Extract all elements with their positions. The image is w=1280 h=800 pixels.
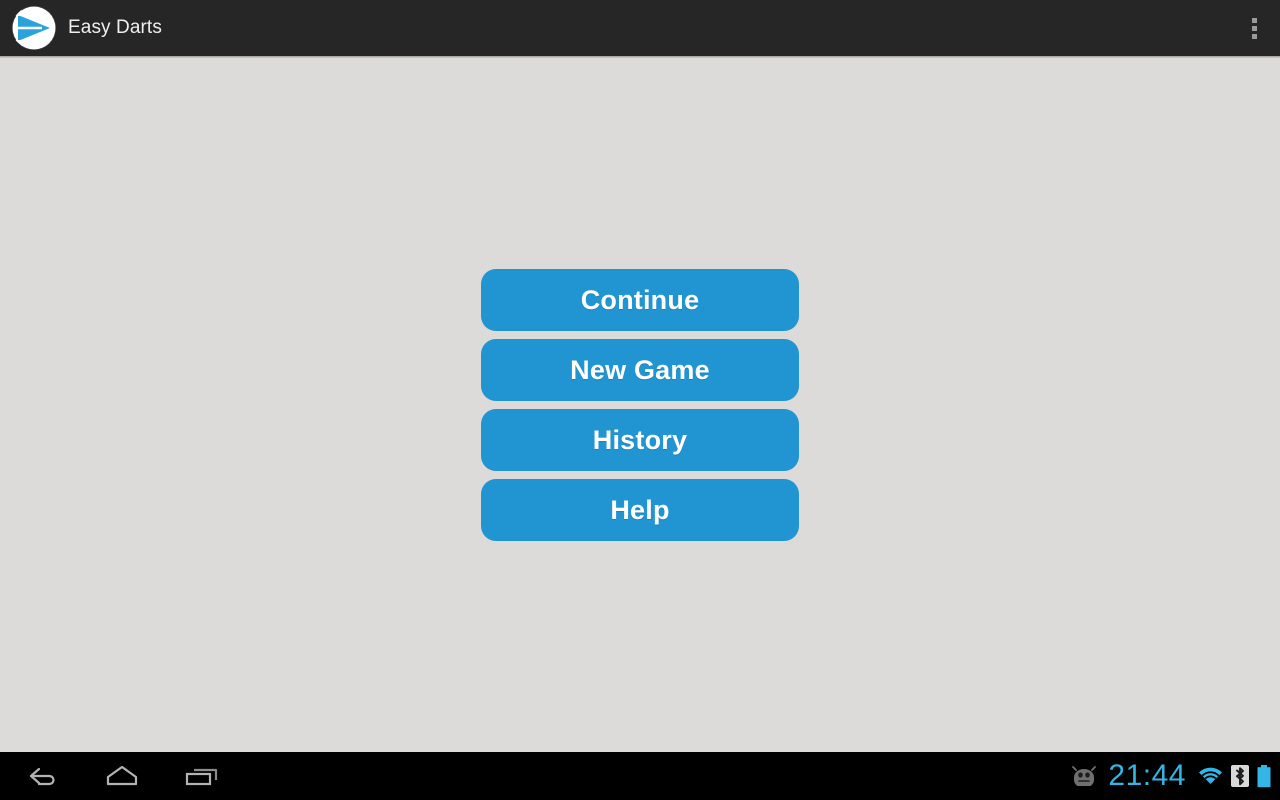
main-content: Continue New Game History Help [0,58,1280,752]
status-clock: 21:44 [1108,759,1186,792]
overflow-dot [1251,33,1257,39]
overflow-dot [1251,25,1257,31]
recents-icon[interactable] [162,752,242,800]
status-area: 21:44 [1071,752,1272,800]
help-button[interactable]: Help [481,479,799,541]
easy-darts-logo-icon [12,6,56,50]
overflow-dot [1251,17,1257,23]
history-button[interactable]: History [481,409,799,471]
page-title: Easy Darts [68,17,162,38]
bluetooth-icon [1231,765,1249,787]
overflow-menu-icon[interactable] [1236,6,1272,50]
new-game-button[interactable]: New Game [481,339,799,401]
home-icon[interactable] [82,752,162,800]
battery-icon [1256,764,1272,788]
main-menu: Continue New Game History Help [481,269,799,541]
back-icon[interactable] [2,752,82,800]
system-navigation-bar: 21:44 [0,752,1280,800]
android-debug-icon [1071,766,1097,786]
wifi-icon [1197,765,1224,787]
app-screen: Easy Darts Continue New Game History Hel… [0,0,1280,800]
continue-button[interactable]: Continue [481,269,799,331]
action-bar: Easy Darts [0,0,1280,56]
